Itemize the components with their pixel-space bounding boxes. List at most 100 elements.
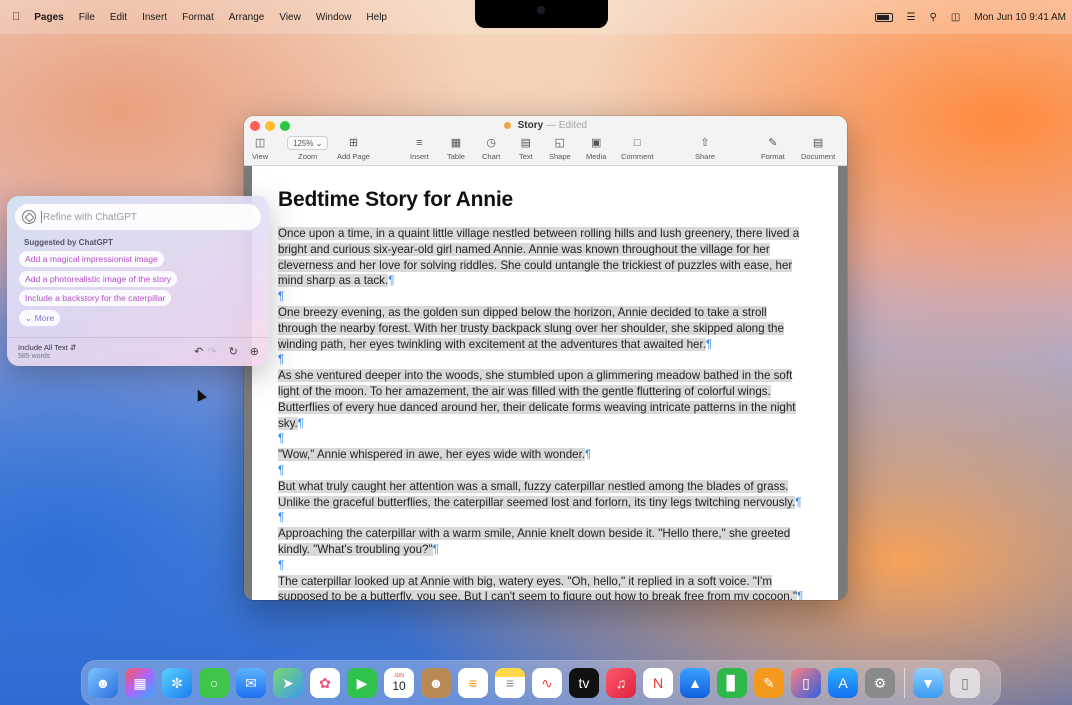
add-icon[interactable]: ⊕	[250, 345, 259, 358]
suggestion-caterpillar-backstory[interactable]: Include a backstory for the caterpillar	[19, 290, 172, 306]
empty-paragraph: ¶	[278, 290, 285, 304]
comment-label: Comment	[621, 152, 654, 161]
dock: ☻ ▦ ✼ ○ ✉ ➤ ✿ ▶ JUN 10 ☻ ≡ ≡ ∿ tv ♫ N ▲ ▊…	[82, 661, 1000, 705]
iphone-mirroring-icon[interactable]: ▯	[791, 668, 821, 698]
refine-input[interactable]	[43, 211, 243, 223]
downloads-folder-icon[interactable]: ▼	[913, 668, 943, 698]
more-suggestions-button[interactable]: ⌄ More	[19, 310, 61, 326]
pages-icon[interactable]: ✎	[754, 668, 784, 698]
chevron-down-icon: ⌄	[315, 139, 323, 148]
zoom-control[interactable]: 125% ⌄ Zoom	[287, 136, 329, 161]
more-label: More	[34, 313, 55, 323]
include-text-select[interactable]: Include All Text ⇵	[18, 343, 76, 352]
insert-button[interactable]: ≡ Insert	[410, 136, 429, 161]
apple-menu-icon[interactable]: 	[12, 11, 20, 23]
menu-help[interactable]: Help	[366, 12, 387, 23]
paragraph[interactable]: As she ventured deeper into the woods, s…	[278, 368, 808, 431]
suggestion-magical-image[interactable]: Add a magical impressionist image	[19, 251, 164, 267]
spotlight-search-icon[interactable]: ⚲	[929, 12, 936, 23]
text-button[interactable]: ▤ Text	[519, 136, 533, 161]
comment-button[interactable]: □ Comment	[621, 136, 654, 161]
safari-icon[interactable]: ✼	[162, 668, 192, 698]
paragraph[interactable]: "Wow," Annie whispered in awe, her eyes …	[278, 447, 808, 463]
launchpad-icon[interactable]: ▦	[125, 668, 155, 698]
menu-file[interactable]: File	[79, 12, 95, 23]
system-settings-icon[interactable]: ⚙	[865, 668, 895, 698]
finder-icon[interactable]: ☻	[88, 668, 118, 698]
document-icon	[503, 121, 511, 129]
paragraph[interactable]: Once upon a time, in a quaint little vil…	[278, 226, 808, 289]
menu-clock[interactable]: Mon Jun 10 9:41 AM	[974, 12, 1066, 23]
selected-text[interactable]: The caterpillar looked up at Annie with …	[278, 574, 798, 600]
selected-text[interactable]: Approaching the caterpillar with a warm …	[278, 527, 791, 556]
reminders-icon[interactable]: ≡	[458, 668, 488, 698]
music-icon[interactable]: ♫	[606, 668, 636, 698]
paragraph[interactable]: Approaching the caterpillar with a warm …	[278, 526, 808, 558]
app-store-icon[interactable]: A	[828, 668, 858, 698]
menu-format[interactable]: Format	[182, 12, 214, 23]
sidebar-icon: ◫	[254, 137, 266, 149]
numbers-icon[interactable]: ▊	[717, 668, 747, 698]
chart-label: Chart	[482, 152, 501, 161]
document-title[interactable]: Bedtime Story for Annie	[278, 188, 808, 212]
media-icon: ▣	[591, 137, 602, 149]
pilcrow-mark: ¶	[705, 337, 713, 351]
table-button[interactable]: ▦ Table	[447, 136, 465, 161]
menu-insert[interactable]: Insert	[142, 12, 167, 23]
apple-tv-icon[interactable]: tv	[569, 668, 599, 698]
empty-paragraph: ¶	[278, 432, 285, 446]
menu-window[interactable]: Window	[316, 12, 352, 23]
add-page-button[interactable]: ⊞ Add Page	[337, 136, 370, 161]
wifi-icon[interactable]: ☰	[907, 12, 916, 23]
menu-app-pages[interactable]: Pages	[34, 12, 63, 23]
undo-icon[interactable]: ↶	[194, 345, 203, 358]
shape-button[interactable]: ◱ Shape	[549, 136, 571, 161]
menu-bar-status: ☰ ⚲ ◫ Mon Jun 10 9:41 AM	[861, 0, 1066, 34]
control-center-icon[interactable]: ◫	[951, 12, 960, 23]
menu-arrange[interactable]: Arrange	[229, 12, 265, 23]
facetime-icon[interactable]: ▶	[347, 668, 377, 698]
selected-text[interactable]: But what truly caught her attention was …	[278, 479, 796, 509]
menu-view[interactable]: View	[279, 12, 301, 23]
messages-icon[interactable]: ○	[199, 668, 229, 698]
zoom-select[interactable]: 125% ⌄	[287, 136, 329, 150]
selected-text[interactable]: As she ventured deeper into the woods, s…	[278, 369, 796, 430]
notes-icon[interactable]: ≡	[495, 668, 525, 698]
window-title[interactable]: Story — Edited	[244, 120, 847, 131]
keynote-icon[interactable]: ▲	[680, 668, 710, 698]
photos-icon[interactable]: ✿	[310, 668, 340, 698]
paragraph[interactable]: One breezy evening, as the golden sun di…	[278, 305, 808, 352]
text-box-icon: ▤	[520, 137, 532, 149]
shape-label: Shape	[549, 152, 571, 161]
refresh-icon[interactable]: ↻	[229, 345, 238, 358]
maps-icon[interactable]: ➤	[273, 668, 303, 698]
suggestion-photorealistic-image[interactable]: Add a photorealistic image of the story	[19, 271, 178, 287]
view-label: View	[252, 152, 269, 161]
contacts-icon[interactable]: ☻	[421, 668, 451, 698]
chart-button[interactable]: ◷ Chart	[482, 136, 500, 161]
paragraph[interactable]: But what truly caught her attention was …	[278, 479, 808, 511]
calendar-icon[interactable]: JUN 10	[384, 668, 414, 698]
format-button[interactable]: ✎ Format	[761, 136, 785, 161]
view-button[interactable]: ◫ View	[252, 136, 268, 161]
comment-icon: □	[633, 137, 641, 149]
battery-icon[interactable]	[874, 12, 893, 22]
share-button[interactable]: ⇧ Share	[695, 136, 715, 161]
dock-separator	[904, 668, 905, 698]
menu-edit[interactable]: Edit	[110, 12, 127, 23]
selected-text[interactable]: Once upon a time, in a quaint little vil…	[278, 227, 800, 288]
freeform-icon[interactable]: ∿	[532, 668, 562, 698]
selected-text[interactable]: "Wow," Annie whispered in awe, her eyes …	[278, 448, 586, 462]
pilcrow-mark: ¶	[388, 274, 395, 288]
redo-icon[interactable]: ↷	[207, 345, 216, 358]
document-button[interactable]: ▤ Document	[801, 136, 835, 161]
empty-paragraph: ¶	[278, 353, 285, 367]
paragraph[interactable]: The caterpillar looked up at Annie with …	[278, 574, 808, 600]
trash-icon[interactable]: ▯	[950, 668, 980, 698]
refine-field[interactable]	[14, 203, 262, 231]
media-button[interactable]: ▣ Media	[586, 136, 606, 161]
table-icon: ▦	[450, 137, 462, 149]
mail-icon[interactable]: ✉	[236, 668, 266, 698]
document-page[interactable]: Bedtime Story for Annie Once upon a time…	[252, 166, 838, 600]
news-icon[interactable]: N	[643, 668, 673, 698]
